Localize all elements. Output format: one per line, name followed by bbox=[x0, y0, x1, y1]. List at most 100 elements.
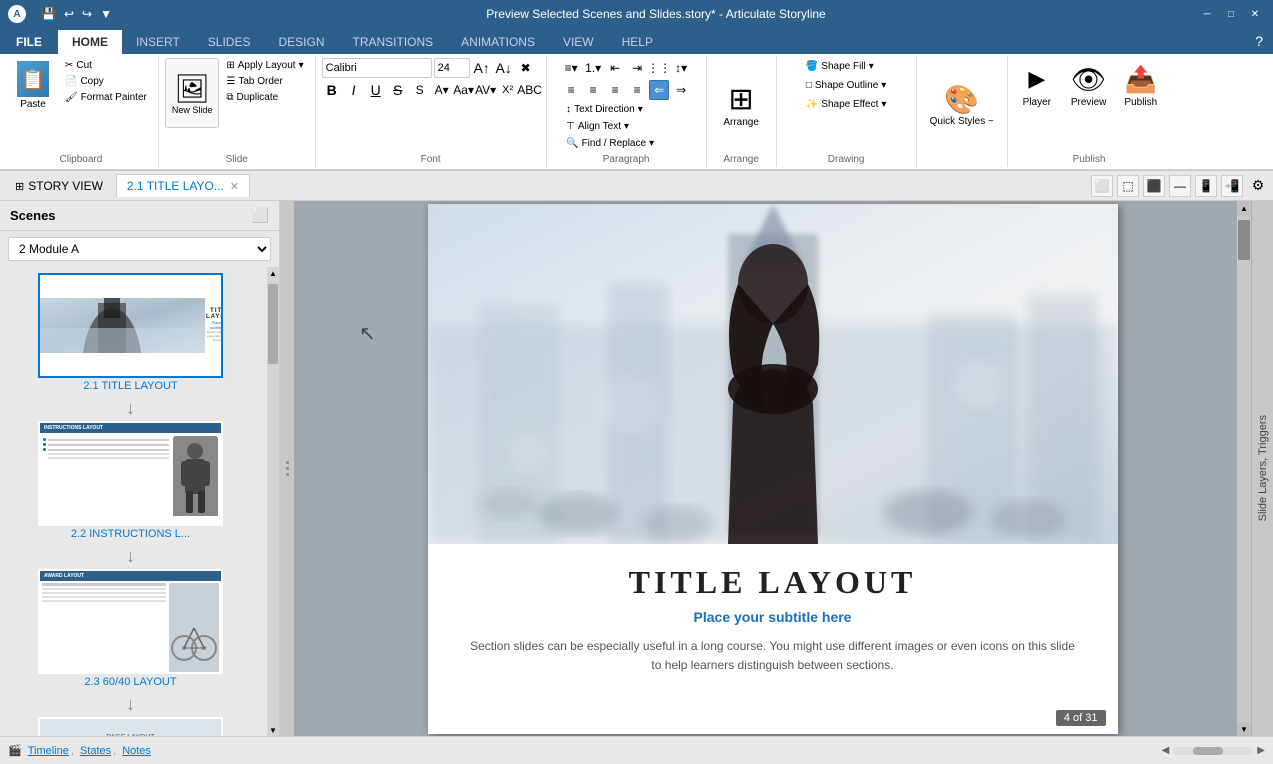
font-color-button[interactable]: A▾ bbox=[432, 80, 452, 100]
tab-story-view[interactable]: ⊞ STORY VIEW bbox=[4, 174, 114, 197]
font-name-input[interactable] bbox=[322, 58, 432, 78]
find-replace-button[interactable]: 🔍 Find / Replace ▾ bbox=[561, 136, 659, 151]
increase-indent-button[interactable]: ⇥ bbox=[627, 58, 647, 78]
help-icon-button[interactable]: ? bbox=[1245, 28, 1273, 54]
copy-button[interactable]: 📄 Copy bbox=[60, 74, 152, 89]
tab-slides[interactable]: SLIDES bbox=[194, 30, 265, 54]
layout-split-v-button[interactable]: ⬛ bbox=[1143, 175, 1165, 197]
paste-button[interactable]: 📋 Paste bbox=[10, 58, 56, 113]
apply-layout-button[interactable]: ⊞ Apply Layout ▾ bbox=[221, 58, 308, 73]
scroll-right-arrow[interactable]: ▶ bbox=[1257, 745, 1265, 756]
clear-format-button[interactable]: ✖ bbox=[516, 58, 536, 78]
columns-button[interactable]: ⋮⋮ bbox=[649, 58, 669, 78]
tab-design[interactable]: DESIGN bbox=[264, 30, 338, 54]
increase-font-button[interactable]: A↑ bbox=[472, 58, 492, 78]
tab-insert[interactable]: INSERT bbox=[122, 30, 194, 54]
arrange-button[interactable]: ⊞ Arrange bbox=[714, 77, 768, 133]
cut-button[interactable]: ✂ Cut bbox=[60, 58, 152, 73]
slide-canvas[interactable]: TITLE LAYOUT Place your subtitle here Se… bbox=[428, 204, 1118, 734]
align-text-button[interactable]: ⊤ Align Text ▾ bbox=[561, 119, 634, 134]
settings-gear-button[interactable]: ⚙ bbox=[1247, 175, 1269, 197]
states-link[interactable]: States bbox=[80, 745, 111, 757]
title-left: A 💾 ↩ ↪ ▼ bbox=[8, 5, 115, 23]
notes-link[interactable]: Notes bbox=[122, 745, 151, 757]
tab-help[interactable]: HELP bbox=[608, 30, 667, 54]
ltr-button[interactable]: ⇒ bbox=[671, 80, 691, 100]
close-tab-icon[interactable]: ✕ bbox=[230, 180, 239, 193]
sidebar-scroll-up[interactable]: ▲ bbox=[267, 267, 279, 279]
slide-layers-label[interactable]: Slide Layers, Triggers bbox=[1252, 410, 1273, 526]
shadow-button[interactable]: S bbox=[410, 80, 430, 100]
align-left-button[interactable]: ≡ bbox=[561, 80, 581, 100]
tab-transitions[interactable]: TRANSITIONS bbox=[339, 30, 448, 54]
layout-min-button[interactable]: — bbox=[1169, 175, 1191, 197]
minimize-button[interactable]: ─ bbox=[1197, 7, 1217, 21]
slide-item-2: INSTRUCTIONS LAYOUT bbox=[31, 421, 231, 540]
line-spacing-button[interactable]: ↕▾ bbox=[671, 58, 691, 78]
format-painter-button[interactable]: 🖌 Format Painter bbox=[60, 90, 152, 105]
text-direction-button[interactable]: ↕ Text Direction ▾ bbox=[561, 102, 648, 117]
align-right-button[interactable]: ≡ bbox=[605, 80, 625, 100]
publish-button[interactable]: 📤 Publish bbox=[1117, 58, 1164, 113]
slide-thumbnail-1[interactable]: TITLE LAYOUT Place your subtitle here Se… bbox=[38, 273, 223, 378]
layout-split-h-button[interactable]: ⬚ bbox=[1117, 175, 1139, 197]
maximize-button[interactable]: □ bbox=[1221, 7, 1241, 21]
canvas-vertical-scrollbar[interactable]: ▲ ▼ bbox=[1237, 201, 1251, 736]
font-size-input[interactable] bbox=[434, 58, 470, 78]
spellcheck-button[interactable]: ABC bbox=[520, 80, 540, 100]
sidebar-scroll-down[interactable]: ▼ bbox=[267, 724, 279, 736]
close-button[interactable]: ✕ bbox=[1245, 7, 1265, 21]
tab-order-button[interactable]: ☰ Tab Order bbox=[221, 74, 308, 89]
layout-normal-button[interactable]: ⬜ bbox=[1091, 175, 1113, 197]
slide-label-3[interactable]: 2.3 60/40 LAYOUT bbox=[84, 676, 176, 688]
tab-view[interactable]: VIEW bbox=[549, 30, 608, 54]
sidebar-collapse-button[interactable]: ⬜ bbox=[252, 207, 269, 224]
slide-thumbnail-2[interactable]: INSTRUCTIONS LAYOUT bbox=[38, 421, 223, 526]
player-button[interactable]: ▶ Player bbox=[1014, 58, 1060, 113]
scroll-left-arrow[interactable]: ◀ bbox=[1162, 745, 1170, 756]
underline-button[interactable]: U bbox=[366, 80, 386, 100]
decrease-font-button[interactable]: A↓ bbox=[494, 58, 514, 78]
subscript-button[interactable]: X² bbox=[498, 80, 518, 100]
italic-button[interactable]: I bbox=[344, 80, 364, 100]
tab-title-layout[interactable]: 2.1 TITLE LAYO... ✕ bbox=[116, 174, 250, 197]
slide-thumbnail-3[interactable]: AWARD LAYOUT bbox=[38, 569, 223, 674]
shape-effect-button[interactable]: ✨ Shape Effect ▾ bbox=[799, 96, 894, 113]
clipboard-group-inner: 📋 Paste ✂ Cut 📄 Copy 🖌 Format Painter bbox=[10, 58, 152, 165]
align-center-button[interactable]: ≡ bbox=[583, 80, 603, 100]
bold-button[interactable]: B bbox=[322, 80, 342, 100]
font-case-button[interactable]: Aa▾ bbox=[454, 80, 474, 100]
timeline-link[interactable]: Timeline bbox=[28, 745, 69, 757]
preview-button[interactable]: 👁 Preview bbox=[1064, 58, 1114, 113]
char-spacing-button[interactable]: AV▾ bbox=[476, 80, 496, 100]
decrease-indent-button[interactable]: ⇤ bbox=[605, 58, 625, 78]
slide-label-1[interactable]: 2.1 TITLE LAYOUT bbox=[83, 380, 177, 392]
sidebar-scrollbar[interactable]: ▲ ▼ bbox=[267, 267, 279, 736]
slide-label-2[interactable]: 2.2 INSTRUCTIONS L... bbox=[71, 528, 190, 540]
tab-home[interactable]: HOME bbox=[58, 30, 122, 54]
bullets-button[interactable]: ≡▾ bbox=[561, 58, 581, 78]
tab-file[interactable]: FILE bbox=[0, 30, 58, 54]
sidebar-resize-handle[interactable] bbox=[280, 201, 294, 736]
text-direction-icon: ↕ bbox=[566, 104, 571, 115]
layout-tablet-button[interactable]: 📱 bbox=[1195, 175, 1217, 197]
save-button[interactable]: 💾 bbox=[38, 5, 59, 23]
scene-dropdown[interactable]: 1 Module 1 2 Module A 3 Module B bbox=[8, 237, 271, 261]
layout-mobile-button[interactable]: 📲 bbox=[1221, 175, 1243, 197]
shape-fill-button[interactable]: 🪣 Shape Fill ▾ bbox=[799, 58, 881, 75]
new-slide-button[interactable]: 🖼 New Slide bbox=[165, 58, 220, 128]
duplicate-button[interactable]: ⧉ Duplicate bbox=[221, 90, 308, 105]
rtl-button[interactable]: ⇐ bbox=[649, 80, 669, 100]
tab-animations[interactable]: ANIMATIONS bbox=[447, 30, 549, 54]
justify-button[interactable]: ≡ bbox=[627, 80, 647, 100]
strike-button[interactable]: S bbox=[388, 80, 408, 100]
numbering-button[interactable]: 1.▾ bbox=[583, 58, 603, 78]
redo-button[interactable]: ↪ bbox=[79, 5, 95, 23]
shape-outline-button[interactable]: □ Shape Outline ▾ bbox=[799, 77, 893, 94]
scroll-up-arrow[interactable]: ▲ bbox=[1237, 201, 1251, 215]
scroll-down-arrow[interactable]: ▼ bbox=[1237, 722, 1251, 736]
slide-thumbnail-4[interactable]: PAGE LAYOUT bbox=[38, 717, 223, 736]
undo-button[interactable]: ↩ bbox=[61, 5, 77, 23]
quick-styles-button[interactable]: 🎨 Quick Styles ~ bbox=[923, 78, 1001, 132]
quick-access-dropdown[interactable]: ▼ bbox=[97, 5, 115, 23]
